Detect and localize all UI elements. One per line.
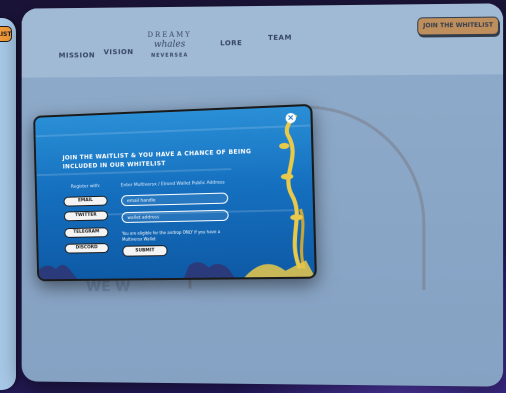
water-ripple	[35, 124, 311, 138]
wallet-address-label: Enter Multiversx / Elrond Wallet Public …	[120, 180, 225, 189]
seaweed-decoration	[273, 114, 308, 268]
register-twitter-button[interactable]: TWITTER	[63, 210, 109, 222]
register-telegram-button[interactable]: TELEGRAM	[64, 227, 109, 238]
wallet-address-input[interactable]: wallet address	[121, 209, 229, 224]
register-with-label: Register with:	[70, 184, 101, 190]
previous-screen-whitelist-badge: LIST	[0, 26, 12, 42]
eligibility-note: You are eligible for the airdrop ONLY if…	[121, 229, 221, 242]
coral-decoration	[38, 260, 315, 280]
register-email-button[interactable]: EMAIL	[63, 195, 108, 207]
register-discord-button[interactable]: DISCORD	[64, 243, 109, 254]
previous-screen-panel	[0, 18, 16, 390]
submit-button[interactable]: SUBMIT	[122, 245, 168, 257]
waitlist-modal: × JOIN THE WAITLIST & YOU HAVE A CHANCE …	[33, 103, 317, 282]
email-handle-input[interactable]: email handle	[120, 192, 229, 207]
